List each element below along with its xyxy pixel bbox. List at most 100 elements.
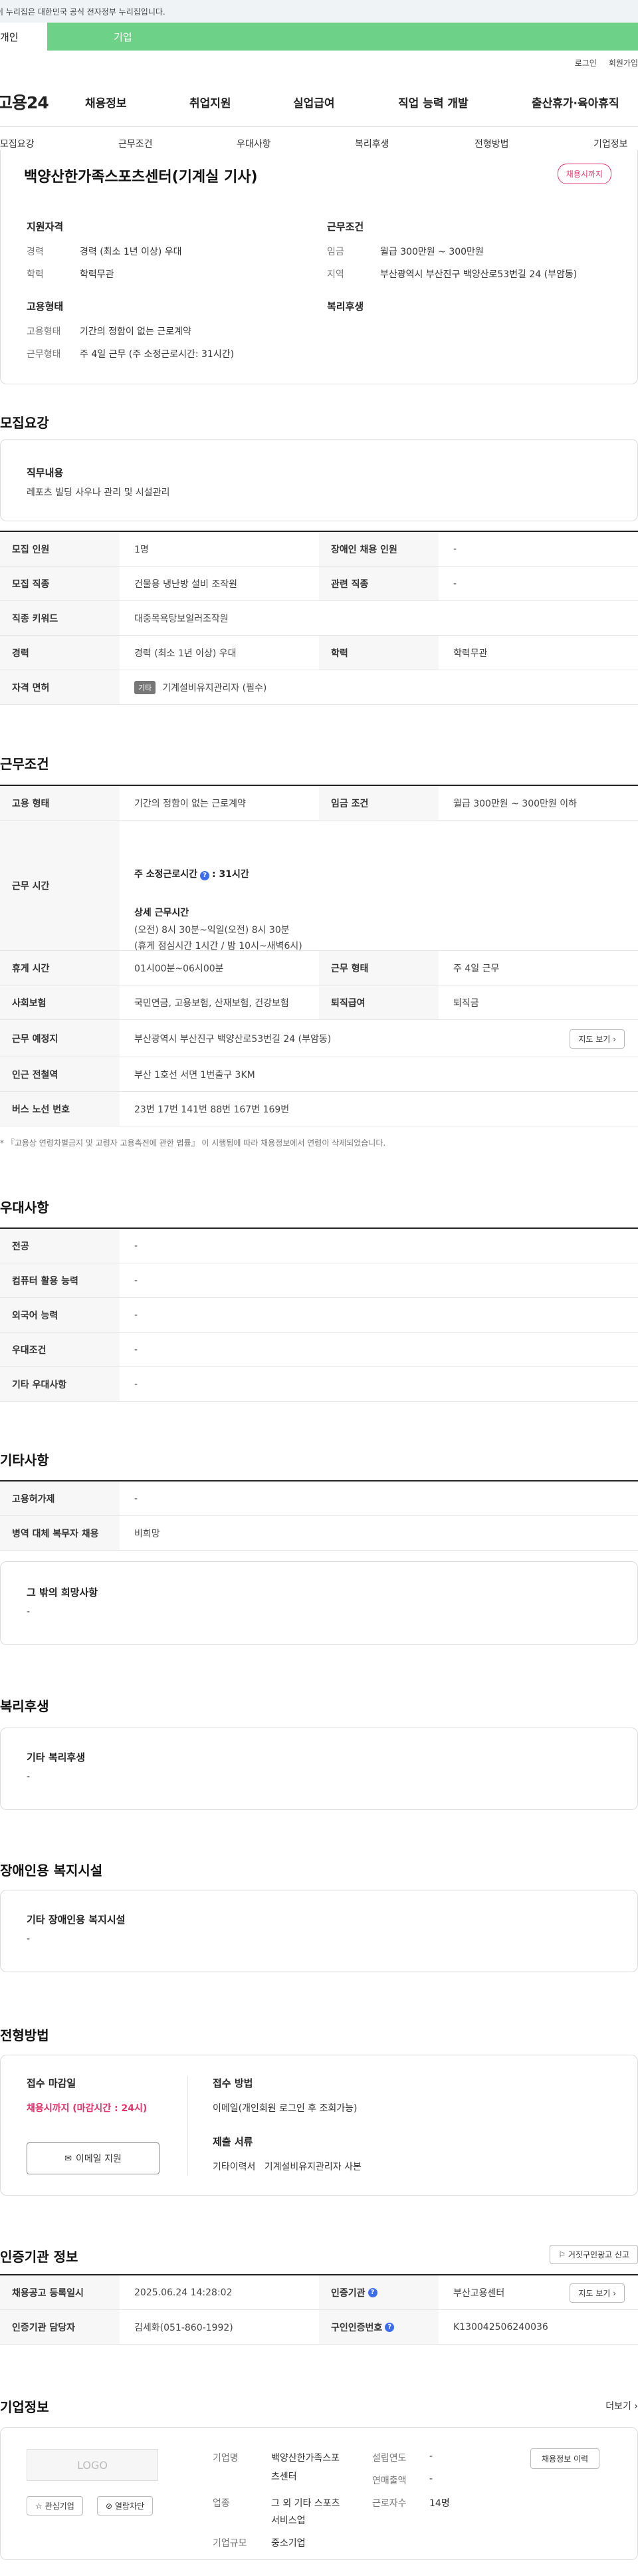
- summary-form-label: 근무형태: [27, 349, 61, 360]
- table-header-cell: 구인인증번호?: [319, 2310, 439, 2344]
- table-row: 근무 예정지 부산광역시 부산진구 백양산로53번길 24 (부암동) 지도 보…: [0, 1020, 638, 1057]
- table-cell: 대중목욕탕보일러조작원: [134, 613, 229, 624]
- certified-agency-label: 인증기관: [331, 2287, 366, 2299]
- star-icon: ☆: [35, 2502, 43, 2511]
- divider: [187, 2076, 188, 2176]
- site-logo[interactable]: 고용24: [0, 90, 82, 114]
- question-icon[interactable]: ?: [200, 871, 210, 880]
- section-nav-welfare[interactable]: 복리후생: [355, 137, 389, 150]
- company-size-value: 중소기업: [271, 2538, 306, 2549]
- user-type-tabs: 개인 기업: [0, 23, 638, 51]
- table-cell: 부산광역시 부산진구 백양산로53번길 24 (부암동): [134, 1033, 332, 1045]
- tab-company[interactable]: 기업: [47, 23, 638, 51]
- table-header-cell: 모집 직종: [0, 567, 120, 600]
- section-nav-company[interactable]: 기업정보: [593, 137, 628, 150]
- chevron-right-icon: ›: [613, 2289, 616, 2298]
- table-header-cell: 휴게 시간: [0, 951, 120, 985]
- summary-career-value: 경력 (최소 1년 이상) 우대: [80, 247, 182, 257]
- gnb-item-jobs[interactable]: 채용정보: [85, 94, 127, 110]
- table-cell: 퇴직금: [453, 997, 479, 1009]
- email-apply-button[interactable]: ✉ 이메일 지원: [27, 2142, 160, 2174]
- other-table: 고용허가제 - 병역 대체 복무자 채용 비희망: [0, 1480, 638, 1551]
- table-cell: 주 4일 근무: [453, 963, 500, 974]
- duty-box: [0, 439, 638, 521]
- table-header-cell: 장애인 채용 인원: [319, 532, 439, 566]
- section-nav-preference[interactable]: 우대사항: [237, 137, 271, 150]
- table-cell: K130042506240036: [453, 2321, 548, 2333]
- login-link[interactable]: 로그인: [575, 57, 597, 68]
- table-cell: 1명: [134, 544, 149, 555]
- table-cell: 학력무관: [453, 648, 488, 659]
- chevron-right-icon: ›: [634, 2401, 638, 2412]
- certified-table: 채용공고 등록일시 2025.06.24 14:28:02 인증기관? 부산고용…: [0, 2274, 638, 2345]
- gnb-item-parental-leave[interactable]: 출산휴가·육아휴직: [532, 94, 619, 110]
- summary-form-value: 주 4일 근무 (주 소정근로시간: 31시간): [80, 349, 235, 360]
- report-fake-ad-button[interactable]: ⚐ 거짓구인광고 신고: [550, 2245, 638, 2264]
- certification-number-label: 구인인증번호: [331, 2322, 383, 2333]
- table-cell: 부산고용센터: [453, 2287, 505, 2299]
- table-row: 모집 직종 건물용 냉난방 설비 조작원 관련 직종 -: [0, 567, 638, 601]
- table-row: 인근 전철역 부산 1호선 서면 1번출구 3KM: [0, 1057, 638, 1092]
- gnb-item-unemployment-benefit[interactable]: 실업급여: [293, 94, 335, 110]
- table-row: 전공 -: [0, 1229, 638, 1263]
- question-icon[interactable]: ?: [385, 2322, 395, 2332]
- block-view-button[interactable]: ⊘ 열람차단: [97, 2496, 154, 2515]
- table-row: 사회보험 국민연금, 고용보험, 산재보험, 건강보험 퇴직급여 퇴직금: [0, 985, 638, 1020]
- table-header-cell: 전공: [0, 1229, 120, 1263]
- table-header-cell: 병역 대체 복무자 채용: [0, 1516, 120, 1550]
- gnb-item-skills[interactable]: 직업 능력 개발: [398, 94, 469, 110]
- block-icon: ⊘: [106, 2502, 113, 2511]
- employees-value: 14명: [429, 2498, 450, 2509]
- table-row: 우대조건 -: [0, 1333, 638, 1367]
- signup-link[interactable]: 회원가입: [609, 57, 638, 68]
- table-cell: -: [134, 1378, 138, 1390]
- summary-area-value: 부산광역시 부산진구 백양산로53번길 24 (부암동): [380, 269, 578, 280]
- summary-career-label: 경력: [27, 247, 44, 257]
- table-row: 휴게 시간 01시00분~06시00분 근무 형태 주 4일 근무: [0, 951, 638, 985]
- deadline-heading: 접수 마감일: [27, 2077, 76, 2089]
- table-header-cell: 모집 인원: [0, 532, 120, 566]
- map-button-label: 지도 보기: [578, 1035, 611, 1044]
- gnb-item-employment-support[interactable]: 취업지원: [189, 94, 231, 110]
- job-title: 백양산한가족스포츠센터(기계실 기사): [24, 169, 258, 186]
- company-more-link[interactable]: 더보기 ›: [605, 2399, 638, 2412]
- table-cell: -: [453, 543, 457, 555]
- section-nav-conditions[interactable]: 근무조건: [118, 137, 153, 150]
- section-nav-recruit[interactable]: 모집요강: [0, 137, 35, 150]
- certified-section-title: 인증기관 정보: [0, 2249, 78, 2265]
- preference-table: 전공 - 컴퓨터 활용 능력 - 외국어 능력 - 우대조건 - 기타 우대사항 -: [0, 1227, 638, 1402]
- disability-value: -: [27, 1934, 31, 1944]
- table-header-cell: 인증기관?: [319, 2275, 439, 2309]
- tab-individual[interactable]: 개인: [0, 23, 47, 51]
- employees-label: 근로자수: [372, 2498, 407, 2509]
- welfare-box: [0, 1728, 638, 1810]
- interest-company-button[interactable]: ☆ 관심기업: [27, 2496, 83, 2515]
- table-header-cell: 외국어 능력: [0, 1298, 120, 1332]
- map-button[interactable]: 지도 보기 ›: [570, 1029, 625, 1049]
- table-row: 자격 면허 기타 기계설비유지관리자 (필수): [0, 670, 638, 705]
- hiring-history-button[interactable]: 채용정보 이력: [530, 2448, 600, 2469]
- section-nav-selection[interactable]: 전형방법: [475, 137, 509, 150]
- company-section-title: 기업정보: [0, 2399, 49, 2415]
- table-header-cell: 채용공고 등록일시: [0, 2275, 120, 2309]
- industry-label: 업종: [213, 2498, 230, 2509]
- other-extra-value: -: [27, 1607, 31, 1617]
- table-header-cell: 직종 키워드: [0, 601, 120, 635]
- global-nav: 고용24 채용정보 취업지원 실업급여 직업 능력 개발 출산휴가·육아휴직: [0, 86, 638, 117]
- founded-label: 설립연도: [372, 2453, 407, 2464]
- table-cell: -: [134, 1493, 138, 1504]
- question-icon[interactable]: ?: [368, 2287, 377, 2297]
- table-cell: 경력 (최소 1년 이상) 우대: [134, 648, 237, 659]
- email-apply-label: 이메일 지원: [76, 2154, 122, 2164]
- method-heading: 접수 방법: [213, 2077, 253, 2089]
- summary-area-label: 지역: [327, 269, 344, 280]
- welfare-section-title: 복리후생: [0, 1698, 49, 1714]
- cert-type-tag: 기타: [134, 680, 156, 694]
- gov-notice-bar: 이 누리집은 대한민국 공식 전자정부 누리집입니다.: [0, 0, 638, 23]
- agency-map-button[interactable]: 지도 보기 ›: [570, 2283, 625, 2303]
- sales-value: -: [429, 2474, 433, 2484]
- summary-work-heading: 근무조건: [327, 221, 364, 233]
- company-logo-placeholder: LOGO: [27, 2449, 158, 2481]
- company-more-label: 더보기: [605, 2401, 631, 2412]
- summary-edu-value: 학력무관: [80, 269, 114, 280]
